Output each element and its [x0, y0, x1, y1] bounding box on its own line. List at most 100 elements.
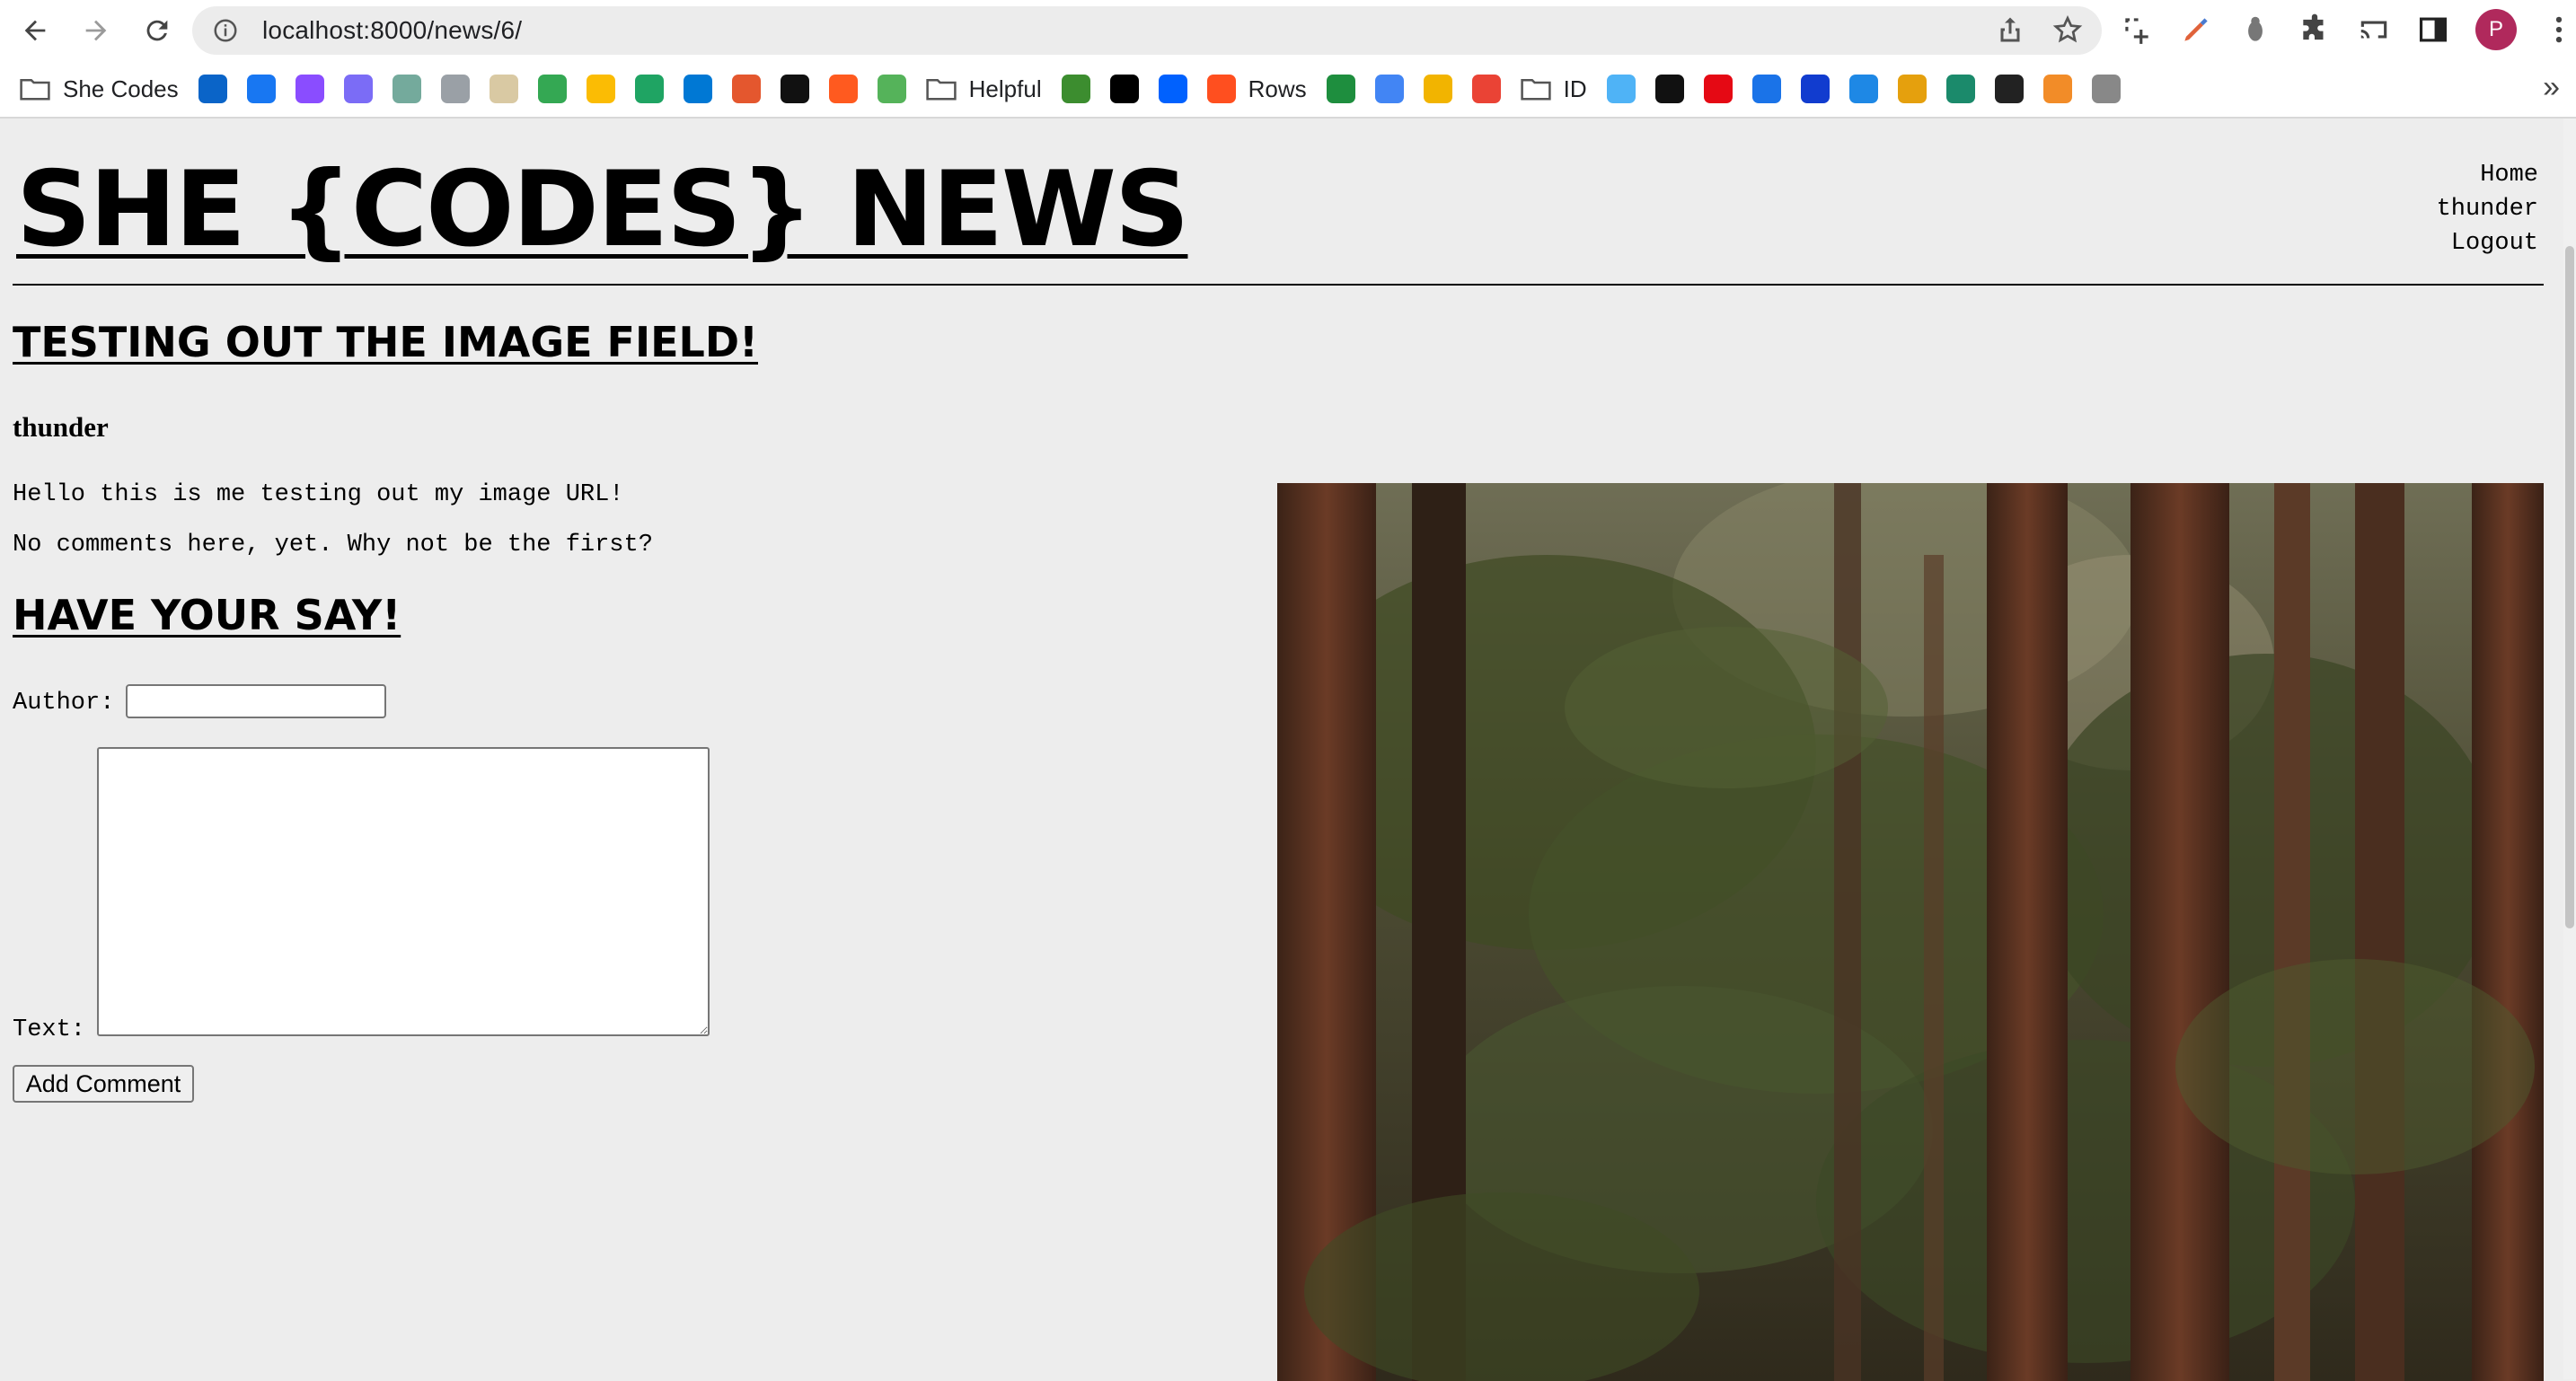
bookmark-item[interactable] — [1423, 69, 1452, 109]
scrollbar-thumb[interactable] — [2565, 246, 2574, 928]
bookmark-item[interactable] — [1061, 69, 1090, 109]
u-logo-icon — [780, 75, 809, 103]
reload-icon — [146, 20, 168, 41]
bookmark-item[interactable]: ID — [1520, 69, 1587, 109]
bookmark-item[interactable]: She Codes — [20, 69, 179, 109]
animal-icon — [731, 75, 761, 103]
bug-extension-icon[interactable] — [2238, 13, 2272, 47]
bookmark-item[interactable] — [1471, 69, 1501, 109]
bookmark-item[interactable] — [489, 69, 518, 109]
bookmark-item[interactable] — [1158, 69, 1187, 109]
drive-icon — [634, 75, 664, 103]
infinity-icon — [1061, 75, 1090, 103]
back-button[interactable] — [9, 4, 61, 57]
leaf-icon — [877, 75, 906, 103]
notion-icon — [1109, 75, 1139, 103]
bookmark-item[interactable] — [1109, 69, 1139, 109]
orange-logo-icon — [2042, 75, 2072, 103]
bookmark-item[interactable] — [246, 69, 276, 109]
bookmark-item[interactable] — [877, 69, 906, 109]
story-title: TESTING OUT THE IMAGE FIELD! — [13, 318, 758, 366]
bookmark-item[interactable] — [634, 69, 664, 109]
bookmark-item[interactable] — [780, 69, 809, 109]
nav-link-user[interactable]: thunder — [2437, 192, 2538, 226]
arrow-left-icon — [24, 20, 46, 41]
docs-icon — [1374, 75, 1404, 103]
bookmarks-bar: She Codes Helpful Rows ID » — [0, 61, 2576, 119]
a-logo-icon — [1654, 75, 1684, 103]
bookmark-item[interactable] — [343, 69, 373, 109]
profile-avatar[interactable]: P — [2475, 9, 2517, 50]
arrow-right-icon — [85, 20, 107, 41]
add-comment-button[interactable]: Add Comment — [13, 1065, 194, 1103]
bookmark-item[interactable] — [828, 69, 858, 109]
arrow-logo-icon — [828, 75, 858, 103]
bookmark-item[interactable] — [1606, 69, 1636, 109]
story-author: thunder — [13, 411, 109, 443]
author-input[interactable] — [126, 684, 386, 718]
onedrive-icon — [683, 75, 712, 103]
bookmark-item[interactable] — [295, 69, 324, 109]
reload-button[interactable] — [131, 4, 183, 57]
puzzle-extensions-icon[interactable] — [2298, 13, 2332, 47]
bookmark-item[interactable] — [1751, 69, 1781, 109]
nav-link-logout[interactable]: Logout — [2437, 226, 2538, 260]
bookmark-label: Rows — [1248, 75, 1307, 102]
share-icon[interactable] — [1994, 13, 2026, 46]
site-title-link[interactable]: SHE {CODES} NEWS — [16, 149, 1189, 270]
bookmark-item[interactable] — [392, 69, 421, 109]
forward-button[interactable] — [70, 4, 122, 57]
gmail-icon — [1471, 75, 1501, 103]
more-menu-icon[interactable] — [2542, 13, 2576, 47]
folder-icon — [20, 78, 50, 101]
folder-icon — [925, 78, 957, 101]
messenger-icon — [295, 75, 324, 103]
text-label: Text: — [13, 1016, 86, 1043]
bookmark-item[interactable] — [1897, 69, 1927, 109]
bookmark-item[interactable]: Rows — [1206, 69, 1307, 109]
browser-toolbar: localhost:8000/news/6/ P — [0, 0, 2576, 61]
bookmark-item[interactable] — [1374, 69, 1404, 109]
goodreads-icon — [489, 75, 518, 103]
story-content: Hello this is me testing out my image UR… — [13, 481, 624, 508]
bookmark-item[interactable] — [537, 69, 567, 109]
bookmark-item[interactable] — [440, 69, 470, 109]
bookmarks-overflow-button[interactable]: » — [2543, 70, 2560, 105]
play-icon — [1751, 75, 1781, 103]
bookmark-item[interactable]: Helpful — [925, 69, 1042, 109]
photos-icon — [586, 75, 615, 103]
story-image — [1277, 483, 2544, 1381]
bookmark-item[interactable] — [1848, 69, 1878, 109]
disc-icon — [440, 75, 470, 103]
color-picker-extension-icon[interactable] — [2179, 13, 2213, 47]
author-label: Author: — [13, 690, 115, 717]
site-nav: Home thunder Logout — [2437, 158, 2538, 260]
bookmark-item[interactable] — [683, 69, 712, 109]
bookmark-item[interactable] — [1945, 69, 1975, 109]
address-bar[interactable]: localhost:8000/news/6/ — [192, 6, 2102, 55]
bookmark-item[interactable] — [1800, 69, 1830, 109]
cast-icon[interactable] — [2357, 13, 2391, 47]
bookmark-item[interactable] — [1326, 69, 1355, 109]
bookmark-item[interactable] — [731, 69, 761, 109]
disney-icon — [1800, 75, 1830, 103]
nav-link-home[interactable]: Home — [2437, 158, 2538, 192]
bookmark-item[interactable] — [1994, 69, 2024, 109]
page-scrollbar[interactable] — [2563, 119, 2576, 1379]
bookmark-item[interactable] — [1654, 69, 1684, 109]
info-icon[interactable] — [212, 17, 239, 44]
bookmark-item[interactable] — [1703, 69, 1733, 109]
url-text[interactable]: localhost:8000/news/6/ — [262, 16, 522, 45]
bookmark-item[interactable] — [2042, 69, 2072, 109]
c-logo-icon — [1945, 75, 1975, 103]
chatgpt-icon — [392, 75, 421, 103]
bookmark-item[interactable] — [2091, 69, 2121, 109]
comment-form-heading: HAVE YOUR SAY! — [13, 591, 401, 639]
comment-text-area[interactable] — [97, 747, 710, 1036]
side-panel-icon[interactable] — [2416, 13, 2450, 47]
bookmark-star-icon[interactable] — [2051, 13, 2084, 46]
screenshot-extension-icon[interactable] — [2120, 13, 2154, 47]
stripes-icon — [1994, 75, 2024, 103]
bookmark-item[interactable] — [586, 69, 615, 109]
bookmark-item[interactable] — [198, 69, 227, 109]
